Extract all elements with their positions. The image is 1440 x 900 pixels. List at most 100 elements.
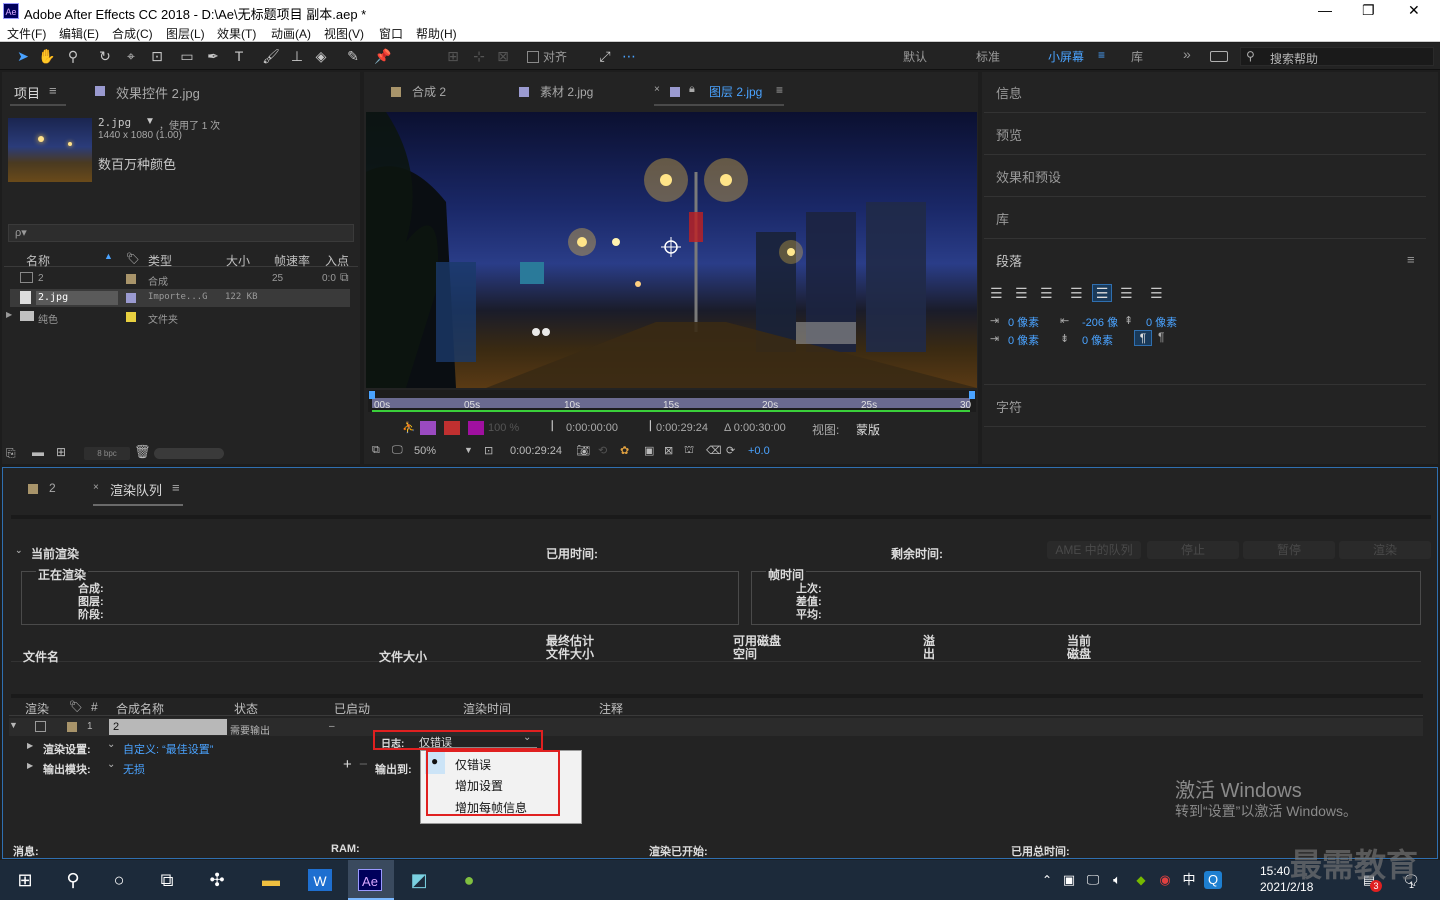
interpret-footage-icon[interactable]: ⎘ bbox=[6, 446, 16, 461]
selection-tool-icon[interactable]: ➤ bbox=[14, 47, 32, 65]
wps-icon[interactable]: W bbox=[308, 869, 332, 891]
menu-edit[interactable]: 编辑(E) bbox=[59, 25, 99, 42]
after-effects-taskbar-icon[interactable]: Ae bbox=[358, 869, 382, 891]
col-comment[interactable]: 注释 bbox=[599, 700, 623, 717]
collapse-arrow-icon[interactable]: ⌄ bbox=[15, 545, 23, 556]
label-color[interactable] bbox=[67, 722, 77, 732]
local-axis-icon[interactable]: ⊞ bbox=[444, 47, 462, 65]
justify-center-icon[interactable]: ☰ bbox=[1092, 284, 1112, 302]
roto-brush-tool-icon[interactable]: ✎ bbox=[344, 47, 362, 65]
col-render-time[interactable]: 渲染时间 bbox=[463, 700, 511, 717]
col-status[interactable]: 状态 bbox=[234, 700, 258, 717]
nvidia-icon[interactable]: ◆ bbox=[1128, 868, 1154, 892]
view-dropdown[interactable]: 蒙版 bbox=[856, 421, 880, 438]
menu-file[interactable]: 文件(F) bbox=[7, 25, 46, 42]
expand-arrow-icon[interactable]: ▶ bbox=[6, 310, 12, 319]
first-line-indent-value[interactable]: -206 像 bbox=[1082, 314, 1118, 330]
viewer-time-ruler[interactable]: 00s 05s 10s 15s 20s 25s 30 bbox=[368, 390, 976, 412]
magnification-dropdown[interactable]: 50% bbox=[414, 445, 436, 457]
remove-output-icon[interactable]: − bbox=[359, 756, 368, 773]
align-center-icon[interactable]: ☰ bbox=[1015, 285, 1028, 302]
set-in-icon[interactable]: ⎸ bbox=[552, 420, 563, 433]
tab-effect-controls[interactable]: 效果控件 2.jpg bbox=[116, 83, 200, 102]
label-color[interactable] bbox=[126, 312, 136, 322]
close-render-tab-icon[interactable]: × bbox=[93, 482, 99, 493]
justify-left-icon[interactable]: ☰ bbox=[1070, 285, 1083, 302]
workspace-library[interactable]: 库 bbox=[1131, 48, 1143, 65]
world-axis-icon[interactable]: ⊹ bbox=[470, 47, 488, 65]
add-output-icon[interactable]: + bbox=[343, 756, 352, 773]
transparency-grid-icon[interactable]: ⊠ bbox=[664, 444, 673, 457]
menu-window[interactable]: 窗口 bbox=[379, 25, 403, 42]
safe-margins-icon[interactable]: ⊡ bbox=[484, 444, 493, 457]
render-button[interactable]: 渲染 bbox=[1339, 541, 1431, 559]
col-render[interactable]: 渲染 bbox=[25, 700, 49, 717]
puppet-pin-tool-icon[interactable]: 📌 bbox=[374, 47, 392, 65]
sync-settings-icon[interactable] bbox=[1210, 51, 1228, 62]
pinwheel-app-icon[interactable]: ✣ bbox=[204, 868, 230, 892]
tab-timeline-2[interactable]: 2 bbox=[49, 481, 56, 495]
menu-composition[interactable]: 合成(C) bbox=[112, 25, 153, 42]
network-icon[interactable]: 🖵 bbox=[1080, 868, 1106, 892]
cortana-icon[interactable]: ○ bbox=[106, 868, 132, 892]
delete-icon[interactable]: 🗑 bbox=[134, 444, 151, 460]
menu-effect[interactable]: 效果(T) bbox=[217, 25, 256, 42]
render-settings-value[interactable]: 自定义: “最佳设置” bbox=[123, 741, 213, 757]
set-out-icon[interactable]: ⎹ bbox=[640, 420, 651, 433]
stop-button[interactable]: 停止 bbox=[1147, 541, 1239, 559]
anchor-point-icon[interactable] bbox=[661, 237, 681, 257]
always-preview-icon[interactable]: ⧉ bbox=[372, 444, 380, 457]
snap-checkbox[interactable] bbox=[527, 51, 539, 63]
close-button[interactable]: ✕ bbox=[1408, 2, 1420, 19]
volume-icon[interactable]: 🔈︎ bbox=[1104, 868, 1130, 892]
menu-layer[interactable]: 图层(L) bbox=[166, 25, 205, 42]
col-fps[interactable]: 帧速率 bbox=[274, 252, 310, 269]
hand-tool-icon[interactable]: ✋ bbox=[38, 47, 56, 65]
project-row-comp[interactable]: 2 合成 25 0:0 ⧉ bbox=[10, 270, 350, 288]
channel-icon[interactable]: ✿ bbox=[620, 444, 629, 457]
indent-right-value[interactable]: 0 像素 bbox=[1008, 332, 1039, 348]
render-checkbox[interactable] bbox=[35, 721, 46, 732]
log-chevron-icon[interactable]: ⌄ bbox=[523, 732, 531, 743]
zoom-percent[interactable]: 100 % bbox=[488, 422, 519, 434]
task-view-icon[interactable]: ⧉ bbox=[154, 868, 180, 892]
indent-left-value[interactable]: 0 像素 bbox=[1008, 314, 1039, 330]
sort-ascending-icon[interactable]: ▲ bbox=[104, 251, 113, 261]
pan-behind-tool-icon[interactable]: ⊡ bbox=[148, 47, 166, 65]
justify-all-icon[interactable]: ☰ bbox=[1150, 285, 1163, 302]
project-search-input[interactable]: ρ▾ bbox=[8, 224, 354, 242]
queue-item-row[interactable]: ▼ 1 2 需要输出 – bbox=[9, 718, 1423, 737]
space-after-value[interactable]: 0 像素 bbox=[1082, 332, 1113, 348]
col-started[interactable]: 已启动 bbox=[334, 700, 370, 717]
rectangle-tool-icon[interactable]: ▭ bbox=[178, 47, 196, 65]
zoom-tool-icon[interactable]: ⚲ bbox=[64, 47, 82, 65]
notes-app-icon[interactable]: ◩ bbox=[406, 868, 432, 892]
workspace-default[interactable]: 默认 bbox=[903, 48, 927, 65]
expand-arrow-icon[interactable]: ▼ bbox=[9, 720, 18, 730]
menu-help[interactable]: 帮助(H) bbox=[416, 25, 457, 42]
watermelon-app-icon[interactable]: ● bbox=[456, 868, 482, 892]
snap-grid-icon[interactable]: ⋯ bbox=[620, 47, 638, 65]
render-queue-menu-icon[interactable]: ≡ bbox=[172, 480, 180, 495]
bit-depth-button[interactable]: 8 bpc bbox=[84, 447, 130, 460]
clock-time[interactable]: 15:40 bbox=[1260, 864, 1290, 878]
minimize-button[interactable]: — bbox=[1318, 2, 1332, 18]
work-area-start-handle[interactable] bbox=[369, 391, 375, 399]
preview-panel-header[interactable]: 预览 bbox=[996, 125, 1022, 144]
out-time[interactable]: 0:00:29:24 bbox=[656, 422, 708, 434]
menu-animation[interactable]: 动画(A) bbox=[271, 25, 311, 42]
col-type[interactable]: 类型 bbox=[148, 252, 172, 269]
ime-indicator[interactable]: 中 bbox=[1176, 868, 1202, 892]
view-axis-icon[interactable]: ⊠ bbox=[494, 47, 512, 65]
rotate-tool-icon[interactable]: ↻ bbox=[96, 47, 114, 65]
snap-feather-icon[interactable]: ⤢ bbox=[596, 47, 614, 65]
render-settings-chevron-icon[interactable]: ⌄ bbox=[107, 739, 115, 750]
label-tag-icon[interactable]: 🏷 bbox=[69, 700, 83, 713]
file-explorer-icon[interactable]: ▬ bbox=[258, 868, 284, 892]
tab-project-menu-icon[interactable]: ≡ bbox=[49, 83, 57, 98]
3d-view-icon[interactable]: ⛫ bbox=[684, 444, 694, 458]
info-panel-header[interactable]: 信息 bbox=[996, 83, 1022, 102]
col-size[interactable]: 大小 bbox=[226, 252, 250, 269]
paragraph-panel-header[interactable]: 段落 bbox=[996, 251, 1022, 270]
pen-tool-icon[interactable]: ✒ bbox=[204, 47, 222, 65]
